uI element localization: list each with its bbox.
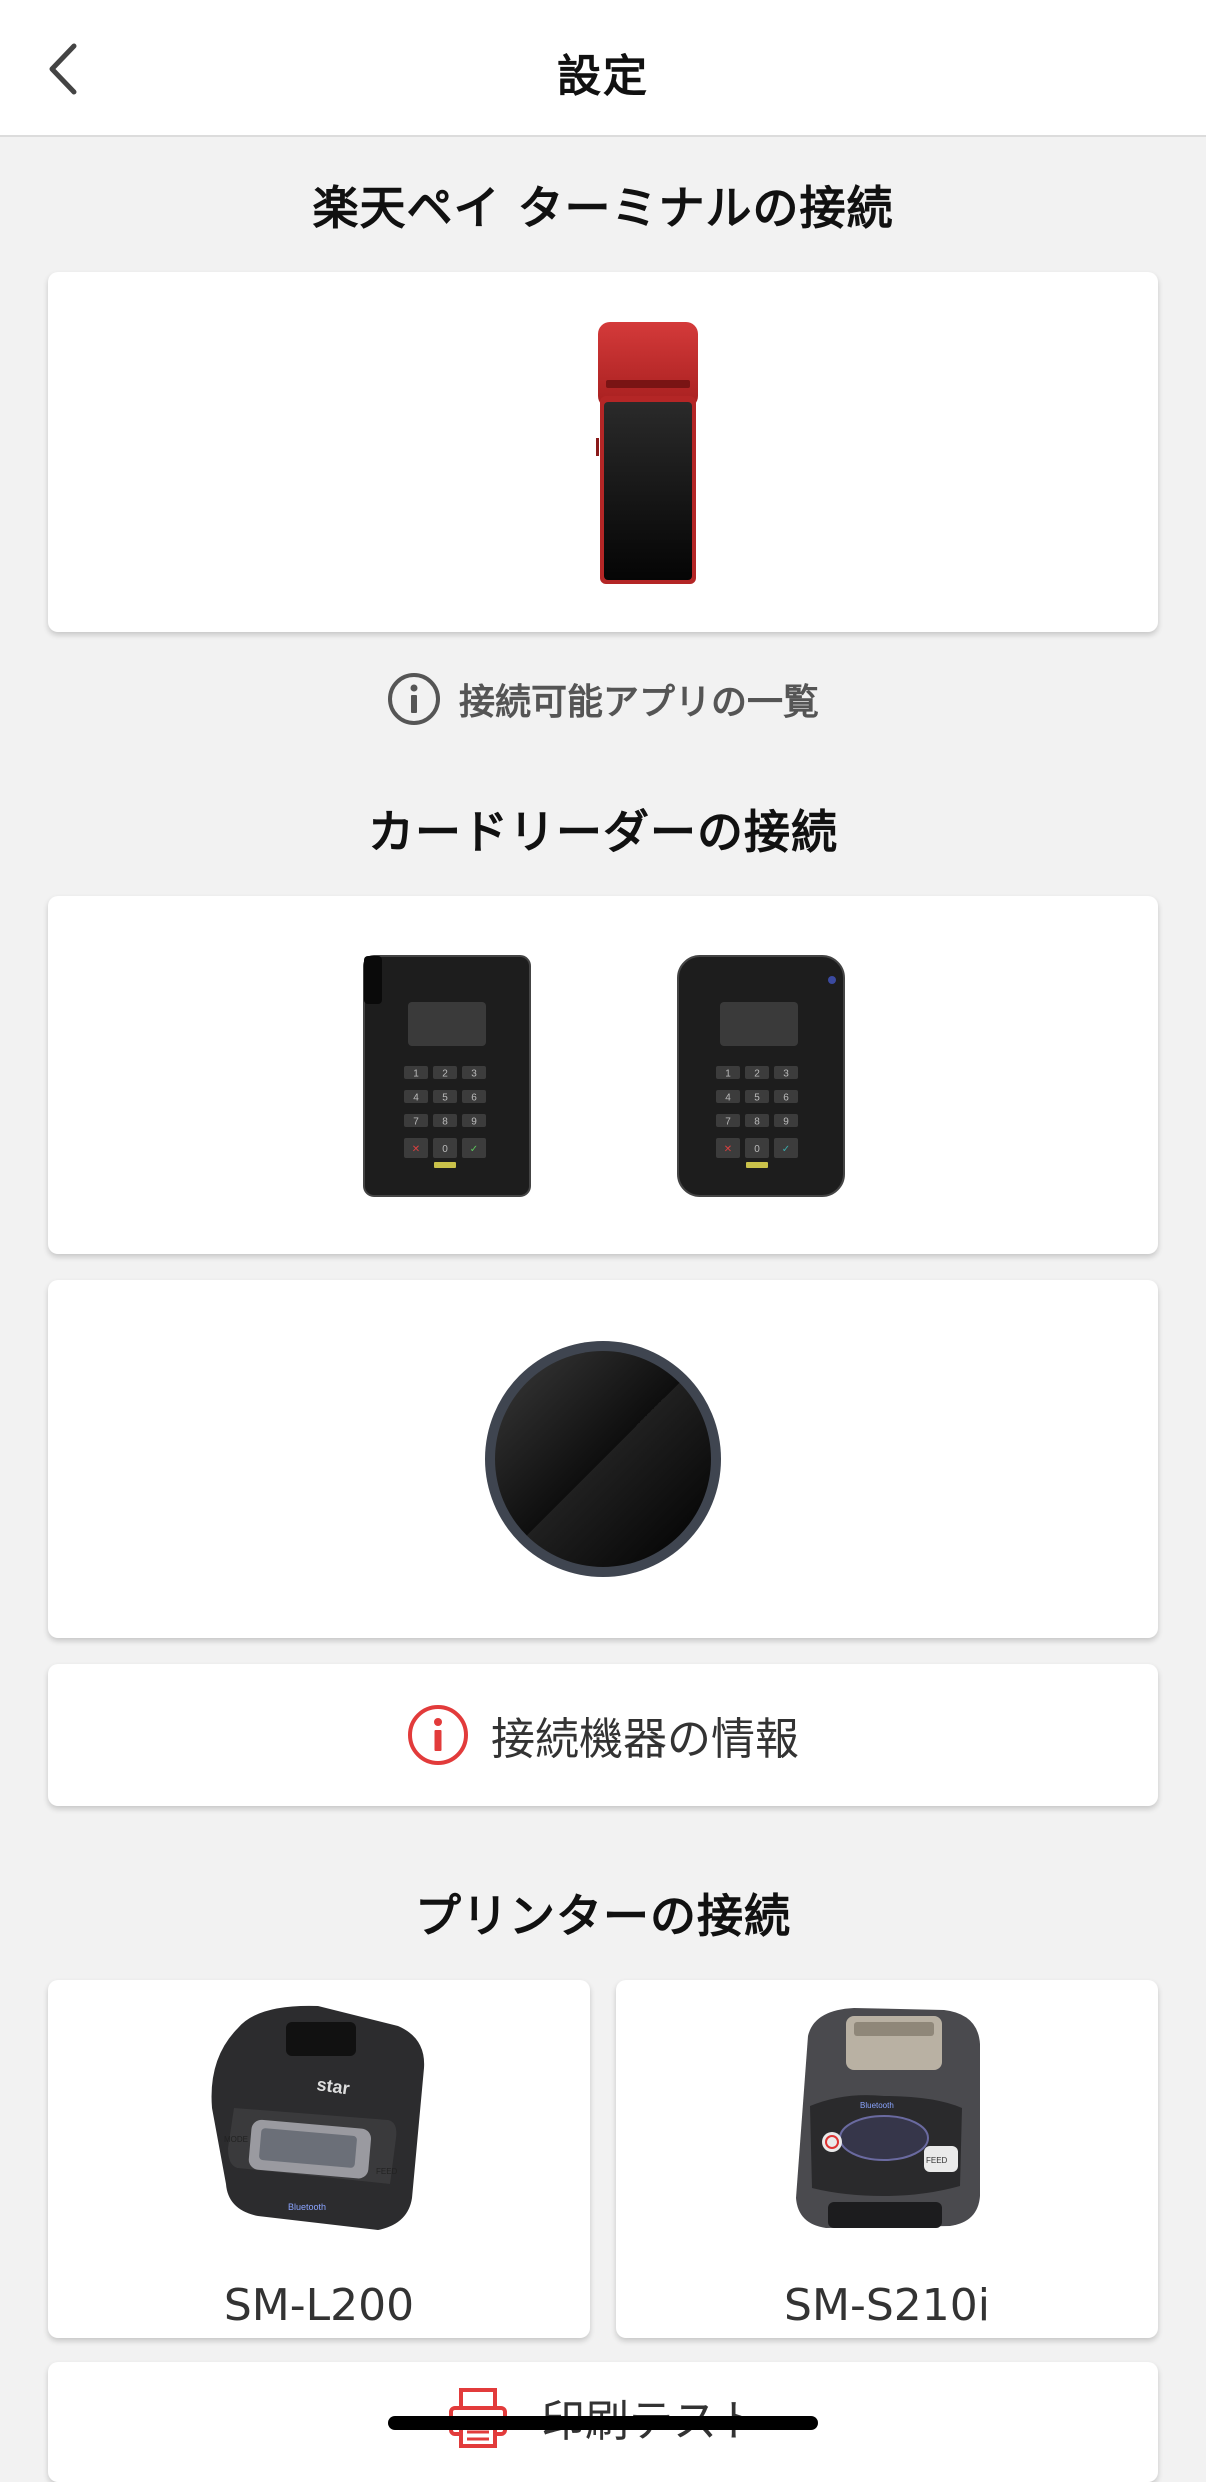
keypad-key-label: 2 xyxy=(754,1069,760,1080)
printer-mode-label: MODE xyxy=(224,2135,248,2144)
clear-key-indicator xyxy=(746,1162,768,1168)
keypad-key-label: ✕ xyxy=(412,1144,420,1155)
keypad-key-label: 7 xyxy=(413,1117,419,1128)
terminal-device-image xyxy=(596,322,698,584)
keypad-key-label: ✓ xyxy=(782,1144,790,1155)
terminal-section-title: 楽天ペイ ターミナルの接続 xyxy=(312,181,894,235)
printer-feed-label: FEED xyxy=(376,2167,398,2176)
keypad-key-label: 8 xyxy=(754,1117,760,1128)
compatible-apps-link[interactable]: 接続可能アプリの一覧 xyxy=(0,670,1206,728)
card-reader-a-image: 1 2 3 4 5 6 7 8 9 ✕ 0 ✓ xyxy=(363,955,531,1197)
keypad-key-label: 0 xyxy=(442,1144,448,1155)
keypad-key-label: 7 xyxy=(725,1117,731,1128)
printer-bt-label: Bluetooth xyxy=(860,2101,894,2110)
clear-key-indicator xyxy=(434,1162,456,1168)
printer-sm-l200-image: star MODE FEED Bluetooth xyxy=(211,2005,425,2230)
keypad-key-label: 5 xyxy=(442,1093,448,1104)
device-info-label: 接続機器の情報 xyxy=(491,1714,799,1765)
keypad-key-label: ✕ xyxy=(724,1144,732,1155)
keypad-key-label: 6 xyxy=(471,1093,477,1104)
page-title: 設定 xyxy=(557,51,649,102)
card-reader-b-image: 1 2 3 4 5 6 7 8 9 ✕ 0 ✓ xyxy=(677,955,845,1197)
terminal-card[interactable] xyxy=(48,272,1158,632)
keypad-key-label: 6 xyxy=(783,1093,789,1104)
printer-sm-s210i-image: FEED Bluetooth xyxy=(796,2008,980,2228)
printer-name: SM-L200 xyxy=(223,2280,415,2331)
keypad-key-label: 3 xyxy=(783,1069,789,1080)
keypad-key-label: 9 xyxy=(783,1117,789,1128)
keypad-key-label: 8 xyxy=(442,1117,448,1128)
home-indicator[interactable] xyxy=(388,2416,818,2430)
printer-card-sm-s210i[interactable]: FEED Bluetooth SM-S210i xyxy=(616,1980,1158,2338)
keypad-key-label: 3 xyxy=(471,1069,477,1080)
keypad-key-label: 2 xyxy=(442,1069,448,1080)
device-info-button[interactable]: 接続機器の情報 xyxy=(48,1664,1158,1806)
nav-header: 設定 xyxy=(0,0,1206,137)
printer-bt-label: Bluetooth xyxy=(288,2202,326,2212)
keypad-key-label: 0 xyxy=(754,1144,760,1155)
printer-feed-label: FEED xyxy=(926,2156,948,2165)
info-circle-icon xyxy=(387,673,440,725)
keypad-key-label: 5 xyxy=(754,1093,760,1104)
card-reader-section-title: カードリーダーの接続 xyxy=(368,805,838,859)
printer-name: SM-S210i xyxy=(784,2280,990,2331)
keypad-key-label: 1 xyxy=(725,1069,731,1080)
card-reader-keypad-card[interactable]: 1 2 3 4 5 6 7 8 9 ✕ 0 ✓ 1 2 3 4 5 6 7 8 9 ✕ 0 ✓ xyxy=(48,896,1158,1254)
printer-card-sm-l200[interactable]: star MODE FEED Bluetooth SM-L200 xyxy=(48,1980,590,2338)
info-circle-icon xyxy=(408,1705,468,1765)
compatible-apps-label: 接続可能アプリの一覧 xyxy=(458,682,819,723)
keypad-key-label: 9 xyxy=(471,1117,477,1128)
keypad-key-label: 1 xyxy=(413,1069,419,1080)
keypad-key-label: 4 xyxy=(413,1093,419,1104)
round-card-reader-image xyxy=(485,1341,721,1577)
card-reader-round-card[interactable] xyxy=(48,1280,1158,1638)
keypad-key-label: 4 xyxy=(725,1093,731,1104)
keypad-key-label: ✓ xyxy=(470,1144,478,1155)
printer-section-title: プリンターの接続 xyxy=(415,1889,791,1943)
